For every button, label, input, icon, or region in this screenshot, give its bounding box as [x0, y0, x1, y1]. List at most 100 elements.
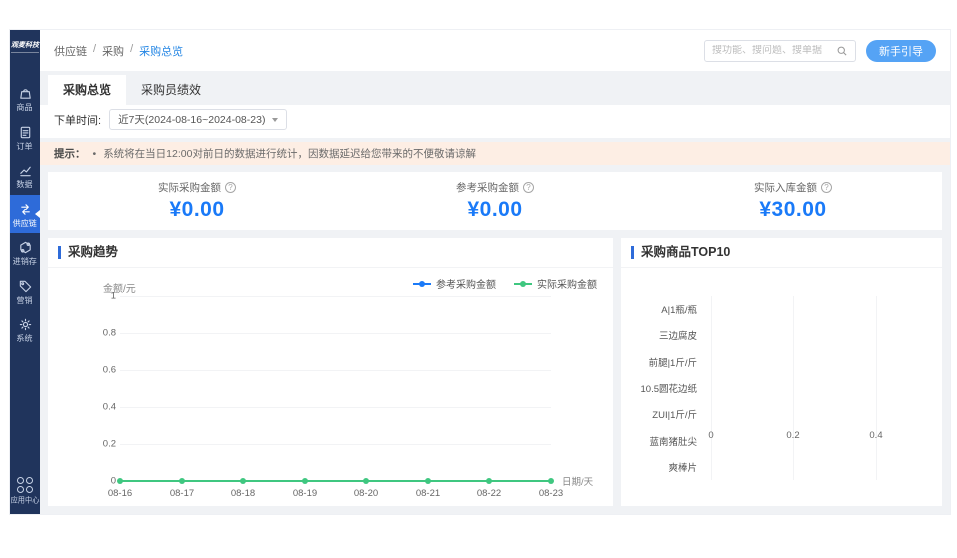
- data-point: [548, 478, 554, 484]
- date-range-value: 近7天(2024-08-16~2024-08-23): [118, 112, 265, 127]
- help-icon[interactable]: ?: [821, 182, 832, 193]
- metric-value: ¥30.00: [759, 198, 826, 222]
- tab-purchaser-performance[interactable]: 采购员绩效: [126, 75, 216, 105]
- bar-plot-area: [711, 296, 886, 480]
- metric-label-row: 实际采购金额 ?: [158, 180, 236, 195]
- y-tick: 0.4: [82, 402, 116, 413]
- app-grid-icon: [17, 477, 33, 493]
- breadcrumb-item[interactable]: 采购: [102, 43, 124, 59]
- search-input[interactable]: [712, 45, 836, 56]
- chart-title: 采购趋势: [58, 246, 118, 259]
- chart-title: 采购商品TOP10: [631, 246, 730, 259]
- chart-legend: 参考采购金额 实际采购金额: [413, 276, 597, 291]
- tab-purchase-overview[interactable]: 采购总览: [48, 75, 126, 105]
- sidebar: 观麦科技 商品 订单 数据 供应链 进销存: [10, 30, 40, 514]
- y-tick: 0.6: [82, 365, 116, 376]
- top10-goods-card: 采购商品TOP10 A|1瓶/瓶 三边腐皮 前腿|1斤/斤 10.5圆花边纸 Z…: [621, 238, 942, 506]
- x-axis-label: 日期/天: [562, 474, 593, 488]
- category-label: A|1瓶/瓶: [661, 302, 697, 316]
- sidebar-item-label: 订单: [17, 142, 33, 150]
- x-tick: 08-19: [285, 488, 325, 499]
- breadcrumb-current: 采购总览: [139, 43, 183, 59]
- data-point: [302, 478, 308, 484]
- legend-item-reference[interactable]: 参考采购金额: [413, 276, 496, 291]
- breadcrumb: 供应链 / 采购 / 采购总览: [54, 43, 183, 59]
- notice-bullet: •: [93, 148, 97, 160]
- breadcrumb-separator: /: [93, 43, 96, 59]
- x-tick: 08-18: [223, 488, 263, 499]
- sidebar-item-label: 商品: [17, 103, 33, 111]
- data-point: [486, 478, 492, 484]
- x-tick: 08-16: [100, 488, 140, 499]
- sidebar-item-marketing[interactable]: 营销: [10, 272, 40, 311]
- inventory-icon: [18, 240, 33, 255]
- sidebar-item-label: 营销: [17, 296, 33, 304]
- filter-row: 下单时间: 近7天(2024-08-16~2024-08-23): [40, 105, 950, 138]
- line-plot-area: [120, 296, 551, 481]
- metric-value: ¥0.00: [467, 198, 522, 222]
- category-label: 三边腐皮: [659, 328, 697, 342]
- metric-label: 实际采购金额: [158, 180, 221, 195]
- metric-reference-purchase: 参考采购金额 ? ¥0.00: [346, 172, 644, 230]
- metric-actual-inbound: 实际入库金额 ? ¥30.00: [644, 172, 942, 230]
- sidebar-item-data[interactable]: 数据: [10, 156, 40, 195]
- supply-chain-icon: [18, 202, 33, 217]
- metric-value: ¥0.00: [169, 198, 224, 222]
- category-label: ZUI|1斤/斤: [652, 407, 697, 421]
- category-label: 10.5圆花边纸: [641, 381, 698, 395]
- tab-bar: 采购总览 采购员绩效: [40, 75, 950, 105]
- legend-item-actual[interactable]: 实际采购金额: [514, 276, 597, 291]
- legend-marker-blue: [413, 283, 431, 285]
- metric-cards: 实际采购金额 ? ¥0.00 参考采购金额 ? ¥0.00 实际入库金额 ? ¥…: [48, 172, 942, 230]
- sidebar-item-inventory[interactable]: 进销存: [10, 233, 40, 272]
- sidebar-nav: 商品 订单 数据 供应链 进销存 营销: [10, 79, 40, 349]
- metric-label: 参考采购金额: [456, 180, 519, 195]
- x-tick: 08-23: [531, 488, 571, 499]
- breadcrumb-separator: /: [130, 43, 133, 59]
- active-item-notch: [35, 210, 40, 218]
- charts-row: 采购趋势 参考采购金额 实际采购金额 金额/元 1 0.8 0.6 0.4: [48, 238, 942, 506]
- marketing-icon: [18, 279, 33, 294]
- legend-marker-green: [514, 283, 532, 285]
- search-box[interactable]: [704, 40, 856, 62]
- bag-icon: [18, 86, 33, 101]
- metric-label-row: 参考采购金额 ?: [456, 180, 534, 195]
- data-point: [425, 478, 431, 484]
- app-window: 观麦科技 商品 订单 数据 供应链 进销存: [10, 30, 950, 514]
- sidebar-item-goods[interactable]: 商品: [10, 79, 40, 118]
- metric-actual-purchase: 实际采购金额 ? ¥0.00: [48, 172, 346, 230]
- y-tick: 1: [82, 291, 116, 302]
- help-icon[interactable]: ?: [523, 182, 534, 193]
- data-point: [179, 478, 185, 484]
- main-area: 供应链 / 采购 / 采购总览 新手引导 采购总览 采购员绩效 下单时间: 近7…: [40, 30, 950, 514]
- purchase-trend-card: 采购趋势 参考采购金额 实际采购金额 金额/元 1 0.8 0.6 0.4: [48, 238, 613, 506]
- legend-label: 参考采购金额: [436, 276, 496, 291]
- category-labels: A|1瓶/瓶 三边腐皮 前腿|1斤/斤 10.5圆花边纸 ZUI|1斤/斤 蓝南…: [621, 296, 705, 480]
- y-tick: 0.8: [82, 328, 116, 339]
- breadcrumb-item[interactable]: 供应链: [54, 43, 87, 59]
- metric-label: 实际入库金额: [754, 180, 817, 195]
- y-tick: 0: [82, 476, 116, 487]
- category-label: 前腿|1斤/斤: [649, 355, 697, 369]
- sidebar-item-label: 供应链: [13, 219, 37, 227]
- x-tick: 08-22: [469, 488, 509, 499]
- topbar-right: 新手引导: [704, 40, 936, 62]
- card-header: 采购趋势: [48, 238, 613, 268]
- sidebar-item-label: 系统: [17, 334, 33, 342]
- data-point: [117, 478, 123, 484]
- guide-button[interactable]: 新手引导: [866, 40, 936, 62]
- chevron-down-icon: [272, 118, 278, 122]
- sidebar-item-app-center[interactable]: 应用中心: [9, 477, 41, 506]
- filter-label: 下单时间:: [54, 112, 101, 128]
- sidebar-item-orders[interactable]: 订单: [10, 118, 40, 157]
- topbar: 供应链 / 采购 / 采购总览 新手引导: [40, 30, 950, 72]
- date-range-select[interactable]: 近7天(2024-08-16~2024-08-23): [109, 109, 287, 130]
- order-icon: [18, 125, 33, 140]
- x-tick: 0.4: [861, 430, 891, 441]
- legend-label: 实际采购金额: [537, 276, 597, 291]
- sidebar-item-supply-chain[interactable]: 供应链: [10, 195, 40, 234]
- x-tick: 08-20: [346, 488, 386, 499]
- help-icon[interactable]: ?: [225, 182, 236, 193]
- y-tick: 0.2: [82, 439, 116, 450]
- sidebar-item-system[interactable]: 系统: [10, 310, 40, 349]
